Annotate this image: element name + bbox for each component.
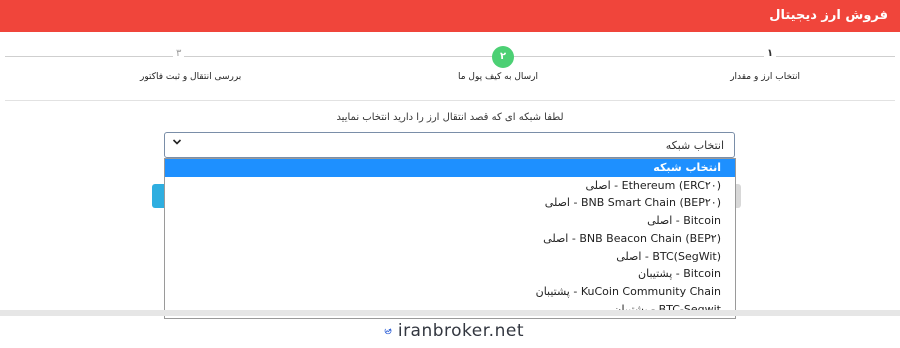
header-bar: فروش ارز دیجیتال (0, 0, 900, 32)
network-instruction: لطفا شبکه ای که قصد انتقال ارز را دارید … (336, 112, 564, 123)
network-option[interactable]: BTC(SegWit) - اصلی (165, 248, 735, 266)
network-option[interactable]: KuCoin Community Chain - پشتیبان (165, 283, 735, 301)
network-select[interactable]: انتخاب شبکه (164, 132, 735, 158)
chevron-down-icon[interactable] (172, 136, 182, 150)
step-3-label: بررسی انتقال و ثبت فاکتور (140, 72, 242, 82)
step-1-label: انتخاب ارز و مقدار (730, 72, 800, 82)
trend-chart-icon (384, 328, 392, 335)
steps-line (5, 56, 895, 57)
network-option[interactable]: انتخاب شبکه (165, 159, 735, 177)
network-option[interactable]: Bitcoin - اصلی (165, 212, 735, 230)
section-divider (5, 100, 895, 101)
progress-steps: ۱ ۲ ۳ انتخاب ارز و مقدار ارسال به کیف پو… (0, 44, 900, 94)
sell-crypto-page: فروش ارز دیجیتال ۱ ۲ ۳ انتخاب ارز و مقدا… (0, 0, 900, 348)
network-option[interactable]: Ethereum (ERC۲۰) - اصلی (165, 177, 735, 195)
step-3-number: ۳ (173, 48, 185, 59)
network-select-value: انتخاب شبکه (665, 139, 724, 152)
watermark-text: iranbroker.net (397, 321, 524, 341)
network-option[interactable]: Bitcoin - پشتیبان (165, 265, 735, 283)
step-2-circle: ۲ (492, 46, 514, 68)
network-option[interactable]: BNB Smart Chain (BEP۲۰) - اصلی (165, 194, 735, 212)
network-options-list: انتخاب شبکه Ethereum (ERC۲۰) - اصلی BNB … (164, 158, 736, 319)
network-option[interactable]: BNB Beacon Chain (BEP۲) - اصلی (165, 230, 735, 248)
page-footer-strip (0, 310, 900, 316)
step-1-number: ۱ (764, 48, 777, 59)
watermark: iranbroker.net (384, 318, 524, 344)
step-2-label: ارسال به کیف پول ما (458, 72, 539, 82)
submit-button-edge[interactable] (152, 184, 164, 208)
chevron-down-icon-svg (172, 139, 182, 145)
page-title: فروش ارز دیجیتال (769, 8, 888, 23)
